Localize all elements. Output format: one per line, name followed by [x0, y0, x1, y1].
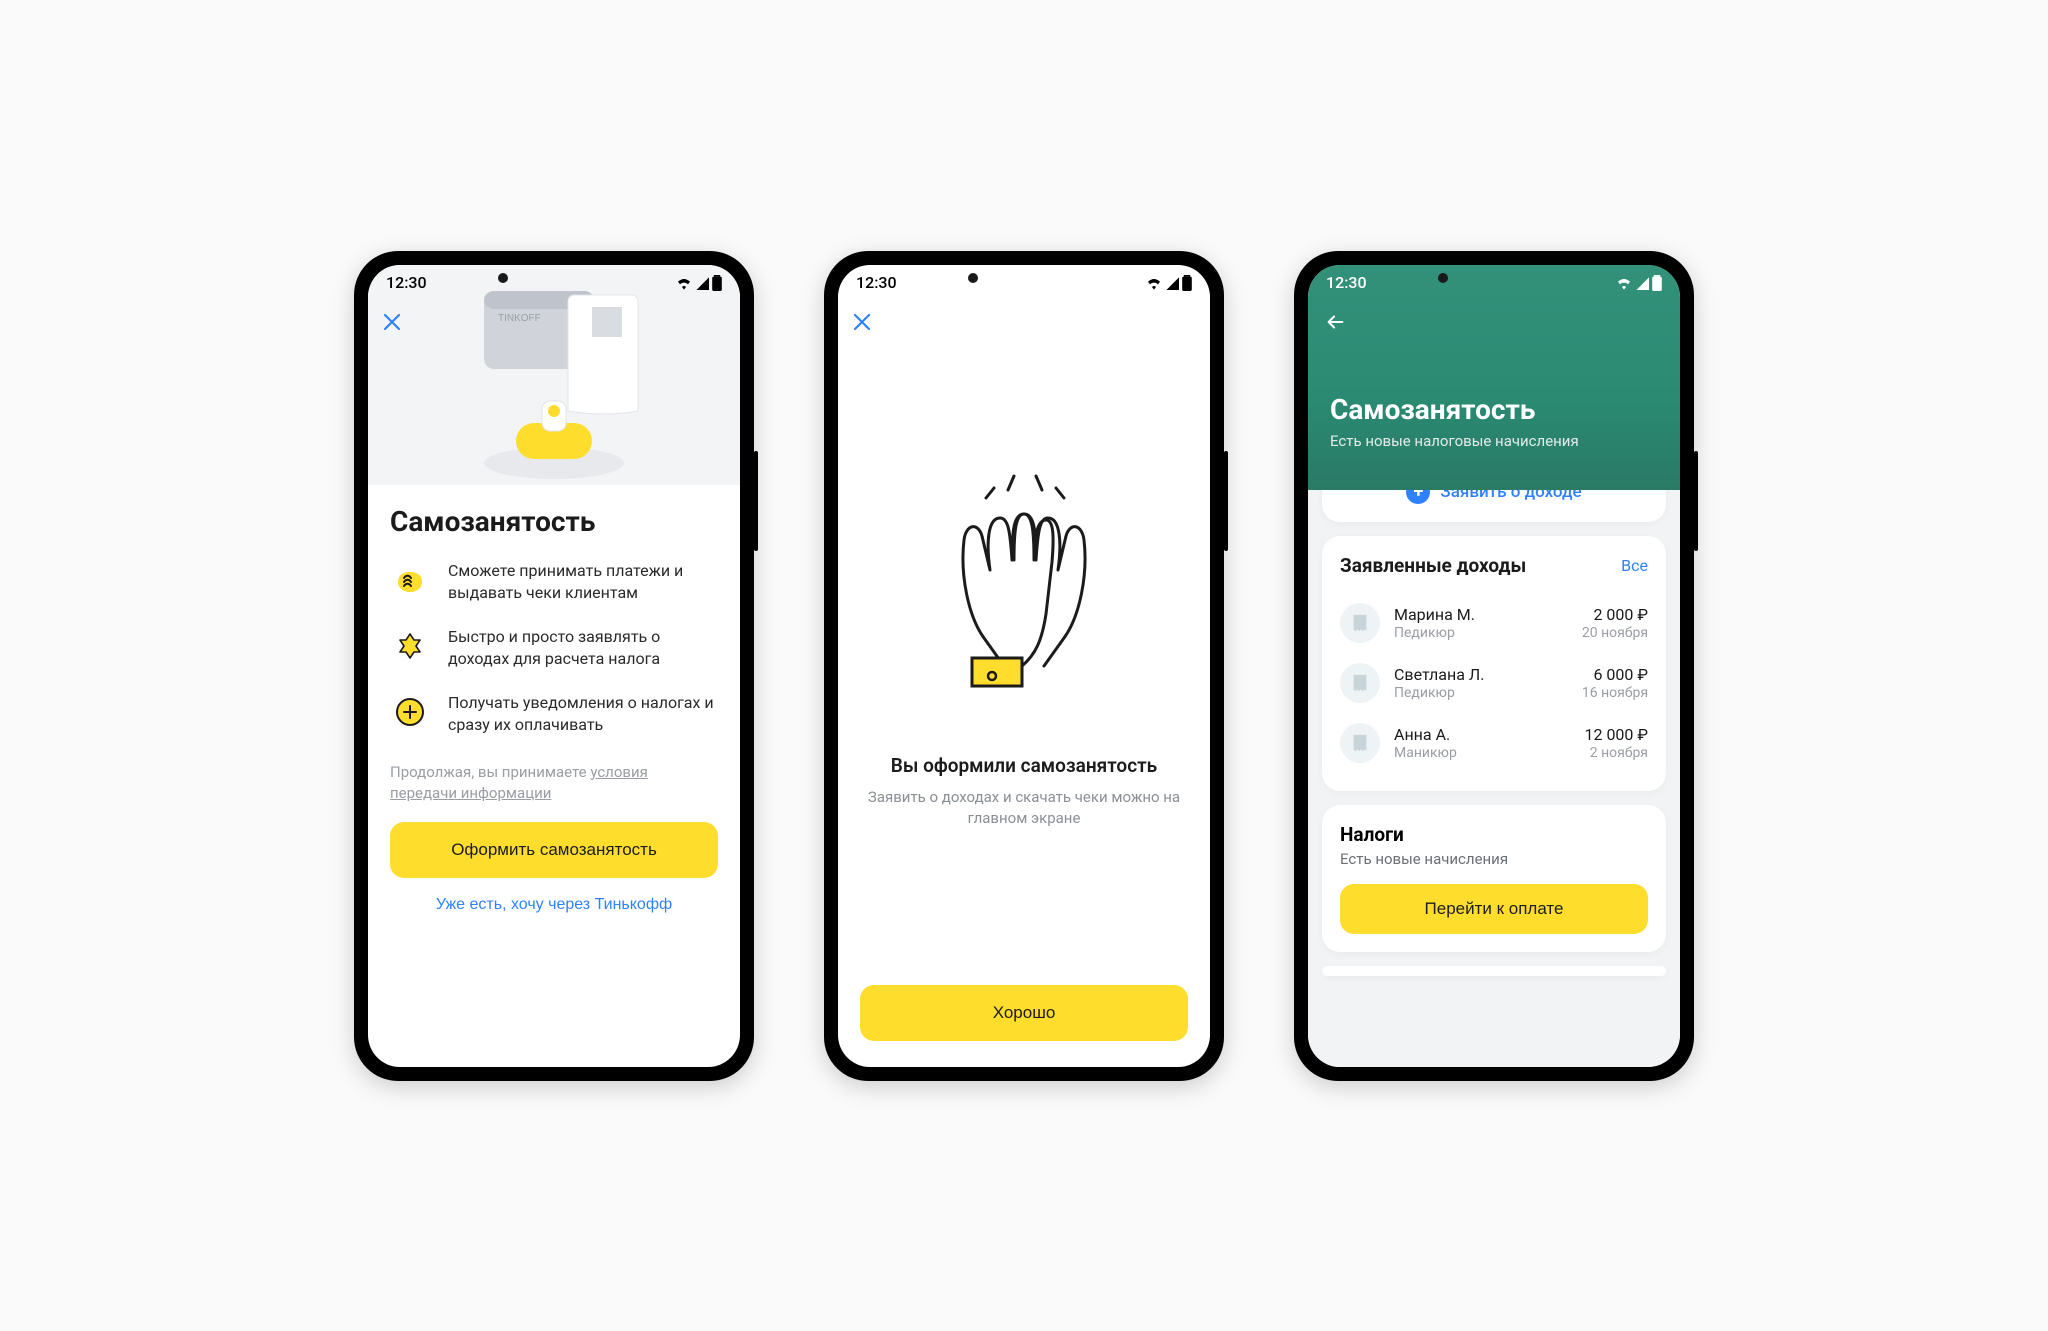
status-time: 12:30	[1326, 273, 1367, 292]
wifi-icon	[1616, 276, 1632, 290]
disclaimer-text: Продолжая, вы принимаете условия передач…	[390, 762, 718, 804]
income-date: 20 ноября	[1582, 625, 1648, 641]
feature-text: Получать уведомления о налогах и сразу и…	[448, 692, 718, 736]
battery-icon	[1652, 275, 1662, 291]
income-service: Маникюр	[1394, 745, 1570, 761]
high-five-illustration	[894, 456, 1154, 716]
primary-cta-button[interactable]: Оформить самозанятость	[390, 822, 718, 878]
income-row[interactable]: Светлана Л.Педикюр 6 000 ₽16 ноября	[1340, 653, 1648, 713]
income-row[interactable]: Марина М.Педикюр 2 000 ₽20 ноября	[1340, 593, 1648, 653]
income-amount: 12 000 ₽	[1584, 725, 1648, 744]
page-subtitle: Есть новые налоговые начисления	[1330, 432, 1658, 450]
ok-button[interactable]: Хорошо	[860, 985, 1188, 1041]
status-time: 12:30	[856, 273, 897, 292]
income-name: Марина М.	[1394, 605, 1568, 624]
incomes-see-all-link[interactable]: Все	[1621, 556, 1648, 575]
feature-item: Получать уведомления о налогах и сразу и…	[390, 692, 718, 736]
svg-text:TINKOFF: TINKOFF	[498, 313, 541, 324]
feature-icon-eagle	[390, 626, 430, 666]
income-row[interactable]: Анна А.Маникюр 12 000 ₽2 ноября	[1340, 713, 1648, 773]
success-subtitle: Заявить о доходах и скачать чеки можно н…	[866, 787, 1182, 829]
feature-item: Сможете принимать платежи и выдавать чек…	[390, 560, 718, 604]
peek-card	[1322, 966, 1666, 976]
income-name: Светлана Л.	[1394, 665, 1568, 684]
income-service: Педикюр	[1394, 625, 1568, 641]
phone-frame-3: 12:30 Самозанятость Есть новые налоговые…	[1294, 251, 1694, 1081]
incomes-card: Заявленные доходы Все Марина М.Педикюр2 …	[1322, 536, 1666, 791]
feature-icon-handshake	[390, 560, 430, 600]
battery-icon	[712, 275, 722, 291]
success-title: Вы оформили самозанятость	[891, 754, 1157, 777]
incomes-title: Заявленные доходы	[1340, 554, 1526, 577]
taxes-title: Налоги	[1340, 823, 1648, 846]
income-amount: 6 000 ₽	[1582, 665, 1648, 684]
close-icon	[382, 312, 402, 332]
screen-title: Самозанятость	[390, 505, 718, 538]
income-service: Педикюр	[1394, 685, 1568, 701]
cell-signal-icon	[1634, 276, 1650, 290]
phone-frame-2: 12:30	[824, 251, 1224, 1081]
hero-illustration: TINKOFF	[424, 273, 684, 483]
status-time: 12:30	[386, 273, 427, 292]
receipt-icon	[1340, 723, 1380, 763]
receipt-icon	[1340, 663, 1380, 703]
feature-text: Сможете принимать платежи и выдавать чек…	[448, 560, 718, 604]
status-icons	[1146, 275, 1192, 291]
arrow-left-icon	[1324, 311, 1346, 333]
income-amount: 2 000 ₽	[1582, 605, 1648, 624]
taxes-subtitle: Есть новые начисления	[1340, 850, 1648, 868]
phone-frame-1: 12:30 TINKOFF	[354, 251, 754, 1081]
status-icons	[1616, 275, 1662, 291]
wifi-icon	[676, 276, 692, 290]
feature-icon-coin	[390, 692, 430, 732]
income-date: 2 ноября	[1584, 745, 1648, 761]
secondary-cta-link[interactable]: Уже есть, хочу через Тинькофф	[390, 896, 718, 914]
feature-text: Быстро и просто заявлять о доходах для р…	[448, 626, 718, 670]
cell-signal-icon	[694, 276, 710, 290]
income-date: 16 ноября	[1582, 685, 1648, 701]
feature-item: Быстро и просто заявлять о доходах для р…	[390, 626, 718, 670]
close-button[interactable]	[382, 311, 402, 339]
pay-taxes-button[interactable]: Перейти к оплате	[1340, 884, 1648, 934]
page-title: Самозанятость	[1330, 393, 1658, 426]
taxes-card: Налоги Есть новые начисления Перейти к о…	[1322, 805, 1666, 952]
back-button[interactable]	[1324, 311, 1346, 340]
income-name: Анна А.	[1394, 725, 1570, 744]
receipt-icon	[1340, 603, 1380, 643]
status-icons	[676, 275, 722, 291]
cell-signal-icon	[1164, 276, 1180, 290]
battery-icon	[1182, 275, 1192, 291]
hero-illustration-area: 12:30 TINKOFF	[368, 265, 740, 485]
wifi-icon	[1146, 276, 1162, 290]
